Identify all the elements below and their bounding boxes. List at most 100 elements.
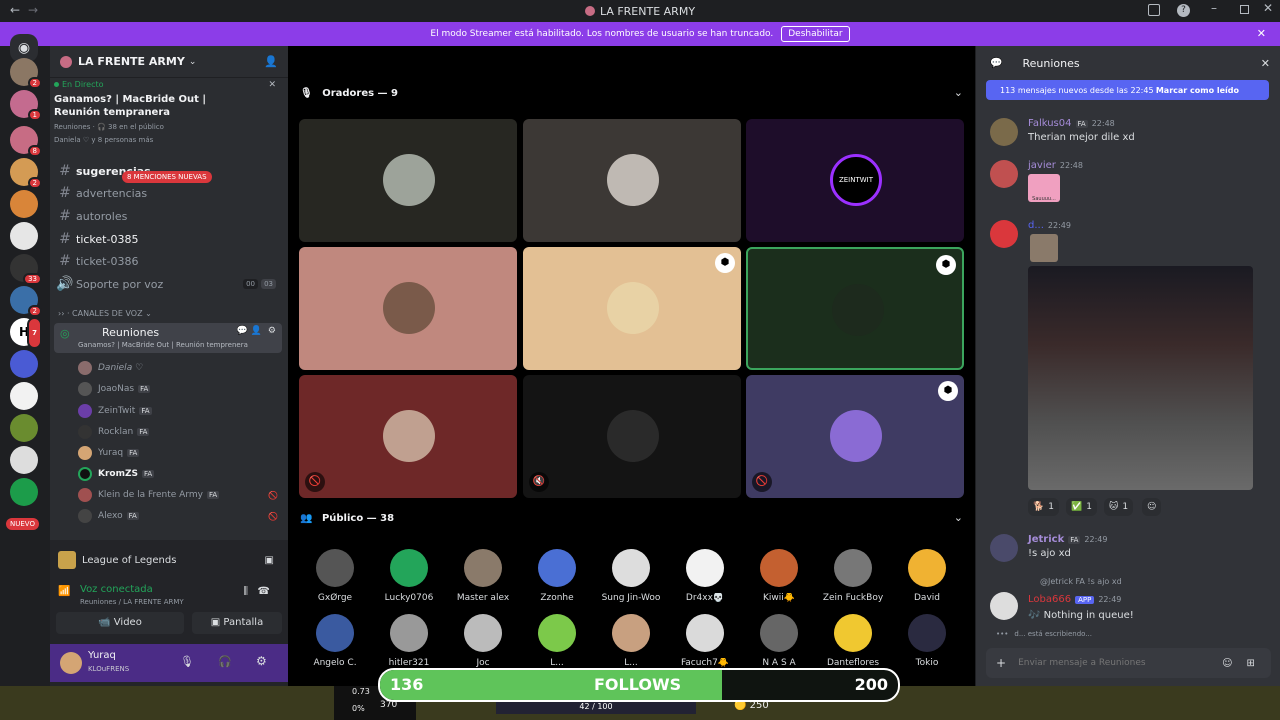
audience-member[interactable]: Master alex [447,549,519,603]
chevron-down-icon[interactable]: ⌄ [954,86,963,99]
audience-member[interactable]: Zzonhe [521,549,593,603]
speaker-tile[interactable]: 🚫 [299,375,517,498]
message-author[interactable]: d... [1028,220,1044,231]
audience-member[interactable]: Tokio [891,614,963,668]
new-messages-bar[interactable]: 113 mensajes nuevos desde las 22:45 Marc… [986,80,1269,100]
message-author[interactable]: javier [1028,160,1056,171]
disconnect-icon[interactable]: ☎ [258,586,270,597]
audience-member[interactable]: Lucky0706 [373,549,445,603]
avatar[interactable] [990,592,1018,620]
reply-preview[interactable]: @Jetrick FA !s ajo xd [1040,577,1122,586]
gear-icon[interactable]: ⚙ [268,326,276,336]
disable-streamer-button[interactable]: Deshabilitar [781,26,850,42]
audience-member[interactable]: Dr4xx💀 [669,549,741,603]
server-icon[interactable] [10,382,38,410]
voice-category[interactable]: ›› · CANALES DE VOZ ⌄ [58,309,152,318]
voice-user[interactable]: KromZS FA [78,465,155,483]
close-icon[interactable]: ✕ [1261,57,1270,70]
banner-close-icon[interactable]: ✕ [1257,27,1266,40]
speaker-tile[interactable]: ⬢ 🚫 [746,375,964,498]
server-icon[interactable]: 8 [10,126,42,157]
audience-member[interactable]: L... [521,614,593,668]
speaker-tile[interactable] [523,119,741,242]
mentions-badge[interactable]: 8 MENCIONES NUEVAS [122,171,212,183]
apps-icon[interactable]: ⊞ [1247,658,1255,669]
message-author[interactable]: Jetrick [1028,534,1064,545]
speaker-tile[interactable]: ⬢ [523,247,741,370]
server-icon[interactable]: 33 [10,254,42,285]
reaction[interactable]: 🐱 1 [1104,498,1134,516]
reaction[interactable]: 🐕 1 [1028,498,1059,516]
voice-user[interactable]: Daniela ♡ [78,359,143,377]
channel-soporte-voz[interactable]: 🔊 Soporte por voz 00 03 [54,274,282,294]
server-icon[interactable] [10,446,38,474]
screen-share-icon[interactable]: ▣ [265,555,274,566]
audience-member[interactable]: hitler321 [373,614,445,668]
activity-row[interactable]: League of Legends ▣ [58,548,280,572]
guild-header[interactable]: LA FRENTE ARMY ⌄ 👤 [50,46,288,78]
server-icon[interactable] [10,414,38,442]
server-icon[interactable] [10,478,38,506]
reaction[interactable]: ✅ 1 [1066,498,1097,516]
avatar[interactable] [990,534,1018,562]
add-attachment-icon[interactable]: + [996,656,1006,670]
mark-read-button[interactable]: Marcar como leído [1156,86,1239,95]
voice-user[interactable]: ZeinTwit FA [78,402,152,420]
sticker-image[interactable] [1030,234,1058,262]
avatar[interactable] [990,118,1018,146]
speakers-header[interactable]: 🎙 Oradores — 9 [300,88,398,99]
headphones-icon[interactable]: 🎧 [218,655,232,668]
emoji-icon[interactable]: ☺ [1222,658,1232,669]
server-icon[interactable]: 2 [10,158,42,189]
audience-member[interactable]: N A S A [743,614,815,668]
sticker-image[interactable]: Sauuuu... [1028,174,1060,202]
server-icon[interactable] [10,190,38,218]
message-author[interactable]: Falkus04 [1028,118,1072,129]
server-icon[interactable] [10,350,38,378]
channel-reuniones[interactable]: ◎ Reuniones Ganamos? | MacBride Out | Re… [54,323,282,353]
voice-user[interactable]: Yuraq FA [78,444,140,462]
screen-button[interactable]: ▣ Pantalla [192,612,282,634]
audience-member[interactable]: Zein FuckBoy [817,549,889,603]
audience-member[interactable]: Angelo C. [299,614,371,668]
new-servers-pill[interactable]: NUEVO [6,518,39,530]
audience-member[interactable]: Joc [447,614,519,668]
live-stage-card[interactable]: En Directo ✕ Ganamos? | MacBride Out | R… [54,80,282,162]
attached-photo[interactable] [1028,266,1253,490]
audience-member[interactable]: David [891,549,963,603]
audience-member[interactable]: Danteflores [817,614,889,668]
invite-icon[interactable]: 👤 [251,326,262,336]
chat-icon[interactable]: 💬 [237,326,248,336]
video-button[interactable]: 📹 Video [56,612,184,634]
audience-member[interactable]: L... [595,614,667,668]
add-member-icon[interactable]: 👤 [264,55,278,68]
close-button[interactable]: ✕ [1263,1,1273,15]
add-reaction-icon[interactable]: ☺ [1142,498,1162,516]
help-icon[interactable]: ? [1177,4,1190,17]
server-icon[interactable]: 2 [10,58,42,89]
close-icon[interactable]: ✕ [268,80,276,90]
channel-ticket-0385[interactable]: # ticket-0385 [54,229,282,249]
audience-member[interactable]: Sung Jin-Woo [595,549,667,603]
audience-member[interactable]: Kiwii🐥 [743,549,815,603]
message-author[interactable]: Loba666 [1028,594,1071,605]
server-icon[interactable] [10,222,38,250]
server-icon[interactable]: 1 [10,90,42,121]
message-input[interactable] [1018,658,1219,668]
chevron-down-icon[interactable]: ⌄ [954,511,963,524]
inbox-icon[interactable] [1148,4,1160,16]
voice-user[interactable]: Rocklan FA [78,423,150,441]
avatar[interactable] [990,160,1018,188]
speaker-tile[interactable] [299,247,517,370]
server-icon[interactable]: 2 [10,286,42,317]
maximize-button[interactable] [1240,5,1249,14]
speaker-tile[interactable] [299,119,517,242]
channel-advertencias[interactable]: # advertencias [54,183,282,203]
voice-user[interactable]: Klein de la Frente Army FA 🚫 [78,486,278,504]
channel-autoroles[interactable]: # autoroles [54,206,282,226]
server-icon[interactable]: H7 [10,317,42,349]
audience-member[interactable]: GxØrge [299,549,371,603]
voice-user[interactable]: JoaoNas FA [78,380,151,398]
avatar[interactable] [60,652,82,674]
microphone-icon[interactable]: 🎙 [180,655,194,668]
